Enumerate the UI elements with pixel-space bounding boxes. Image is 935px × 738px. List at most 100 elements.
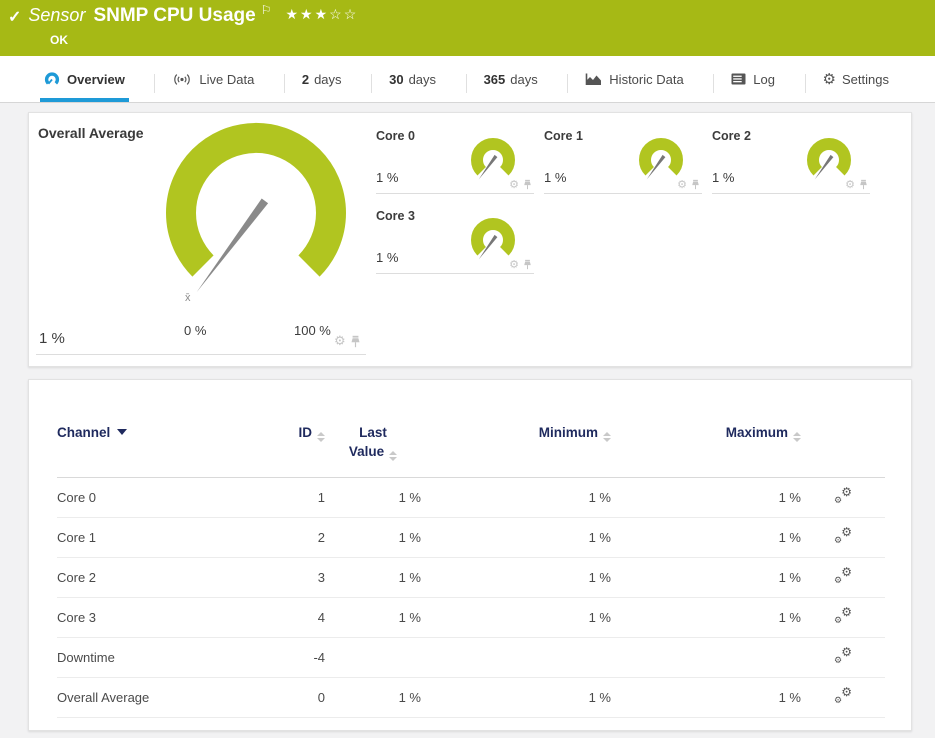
- table-header-row: Channel ID Last Value Minimum Maximum: [57, 424, 885, 478]
- channel-minimum: 1 %: [588, 569, 611, 585]
- channel-last-value: [325, 637, 421, 677]
- sort-arrows-icon: [793, 432, 801, 442]
- core-gauge-actions: ⚙: [509, 179, 532, 190]
- gear-icon[interactable]: ⚙: [334, 335, 346, 348]
- overall-average-gauge: x̄: [156, 121, 356, 314]
- core-label: Core 3: [376, 209, 415, 223]
- table-row: Overall Average 0 1 % 1 % 1 % ⚙ ⚙: [57, 677, 885, 718]
- column-label: Last Value: [348, 425, 387, 459]
- channel-last-value: 1 %: [398, 689, 421, 705]
- core-label: Core 2: [712, 129, 751, 143]
- channel-minimum: [421, 637, 611, 677]
- pin-icon[interactable]: [691, 179, 700, 190]
- table-row: Core 1 2 1 % 1 % 1 % ⚙ ⚙: [57, 517, 885, 558]
- channel-minimum: 1 %: [588, 529, 611, 545]
- tab-365-days[interactable]: 365 days: [465, 56, 542, 102]
- sort-desc-icon: [117, 429, 128, 435]
- channel-id: 0: [317, 689, 325, 705]
- column-header-last-value[interactable]: Last Value: [325, 424, 421, 477]
- column-label: Channel: [57, 425, 111, 440]
- tab-label: Historic Data: [609, 71, 684, 87]
- overall-gauge-actions: ⚙: [334, 335, 361, 348]
- channels-table-panel: Channel ID Last Value Minimum Maximum Co…: [28, 379, 912, 731]
- channel-name: Core 2: [57, 569, 97, 585]
- channel-id: 1: [317, 489, 325, 505]
- overall-average-title: Overall Average: [38, 125, 144, 141]
- priority-star-rating[interactable]: ★★★☆☆: [285, 6, 358, 23]
- tab-number: 365: [483, 71, 506, 87]
- tab-overview[interactable]: Overview: [40, 56, 129, 102]
- channel-minimum: 1 %: [588, 489, 611, 505]
- column-label: Maximum: [725, 425, 788, 440]
- column-header-actions: [801, 424, 885, 477]
- core-value: 1 %: [376, 170, 399, 185]
- core-gauge-grid: Core 0 1 % ⚙ Core 1 1 % ⚙ Core 2 1 % ⚙ C…: [376, 124, 870, 274]
- column-header-minimum[interactable]: Minimum: [421, 424, 611, 477]
- column-label: Minimum: [538, 425, 598, 440]
- channel-settings-gears-icon[interactable]: ⚙ ⚙: [834, 485, 852, 506]
- tab-log[interactable]: Log: [713, 56, 779, 102]
- channel-name: Core 1: [57, 529, 97, 545]
- column-header-channel[interactable]: Channel: [57, 424, 257, 477]
- channel-id: 4: [317, 609, 325, 625]
- core-label: Core 1: [544, 129, 583, 143]
- table-row: Core 3 4 1 % 1 % 1 % ⚙ ⚙: [57, 597, 885, 638]
- broadcast-icon: [172, 73, 192, 86]
- channel-name: Overall Average: [57, 689, 150, 705]
- channel-maximum: 1 %: [778, 689, 801, 705]
- channel-settings-gears-icon[interactable]: ⚙ ⚙: [834, 565, 852, 586]
- tab-label: Overview: [67, 71, 125, 87]
- priority-flag-icon[interactable]: ⚐: [261, 3, 272, 17]
- core-gauge-actions: ⚙: [677, 179, 700, 190]
- channel-maximum: 1 %: [778, 569, 801, 585]
- core-value: 1 %: [544, 170, 567, 185]
- status-badge: OK: [50, 33, 68, 47]
- channels-table: Channel ID Last Value Minimum Maximum Co…: [57, 424, 885, 718]
- gear-icon[interactable]: ⚙: [509, 179, 519, 190]
- log-list-icon: [731, 73, 746, 85]
- channel-maximum: 1 %: [778, 529, 801, 545]
- channel-minimum: 1 %: [588, 689, 611, 705]
- pin-icon[interactable]: [859, 179, 868, 190]
- status-ok-check-icon: ✓: [8, 9, 22, 26]
- gauge-icon: [44, 71, 60, 87]
- channel-settings-gears-icon[interactable]: ⚙ ⚙: [834, 605, 852, 626]
- tab-bar: Overview Live Data 2 days 30 days 365 da…: [0, 56, 935, 103]
- tab-2-days[interactable]: 2 days: [283, 56, 346, 102]
- channel-name: Core 3: [57, 609, 97, 625]
- channel-last-value: 1 %: [398, 489, 421, 505]
- core-gauge-actions: ⚙: [509, 259, 532, 270]
- gear-icon[interactable]: ⚙: [509, 259, 519, 270]
- object-kind-label: Sensor: [28, 5, 86, 25]
- gear-icon[interactable]: ⚙: [677, 179, 687, 190]
- channel-last-value: 1 %: [398, 609, 421, 625]
- column-header-maximum[interactable]: Maximum: [611, 424, 801, 477]
- gauges-panel: Overall Average x̄ 0 % 100 % 1 % ⚙ Core …: [28, 112, 912, 367]
- tab-label: Settings: [841, 71, 889, 87]
- pin-icon[interactable]: [523, 179, 532, 190]
- tab-live-data[interactable]: Live Data: [154, 56, 258, 102]
- channel-last-value: 1 %: [398, 529, 421, 545]
- table-row: Core 2 3 1 % 1 % 1 % ⚙ ⚙: [57, 557, 885, 598]
- column-header-id[interactable]: ID: [257, 424, 325, 477]
- gauge-min-label: 0 %: [184, 323, 207, 338]
- svg-text:x̄: x̄: [185, 292, 191, 304]
- tab-settings[interactable]: ⚙ Settings: [804, 56, 893, 102]
- tab-label: Log: [753, 71, 775, 87]
- channel-id: 2: [317, 529, 325, 545]
- tab-30-days[interactable]: 30 days: [371, 56, 440, 102]
- core-label: Core 0: [376, 129, 415, 143]
- channel-minimum: 1 %: [588, 609, 611, 625]
- gauge-max-label: 100 %: [294, 323, 331, 338]
- pin-icon[interactable]: [523, 259, 532, 270]
- pin-icon[interactable]: [350, 335, 361, 348]
- gear-icon[interactable]: ⚙: [845, 179, 855, 190]
- channel-id: -4: [313, 649, 325, 665]
- sort-arrows-icon: [317, 432, 325, 442]
- channel-settings-gears-icon[interactable]: ⚙ ⚙: [834, 685, 852, 706]
- sensor-header: ✓ Sensor SNMP CPU Usage ⚐ ★★★☆☆ OK: [0, 0, 935, 56]
- channel-settings-gears-icon[interactable]: ⚙ ⚙: [834, 525, 852, 546]
- page-title: SNMP CPU Usage: [93, 5, 256, 26]
- tab-historic-data[interactable]: Historic Data: [567, 56, 687, 102]
- channel-settings-gears-icon[interactable]: ⚙ ⚙: [834, 645, 852, 666]
